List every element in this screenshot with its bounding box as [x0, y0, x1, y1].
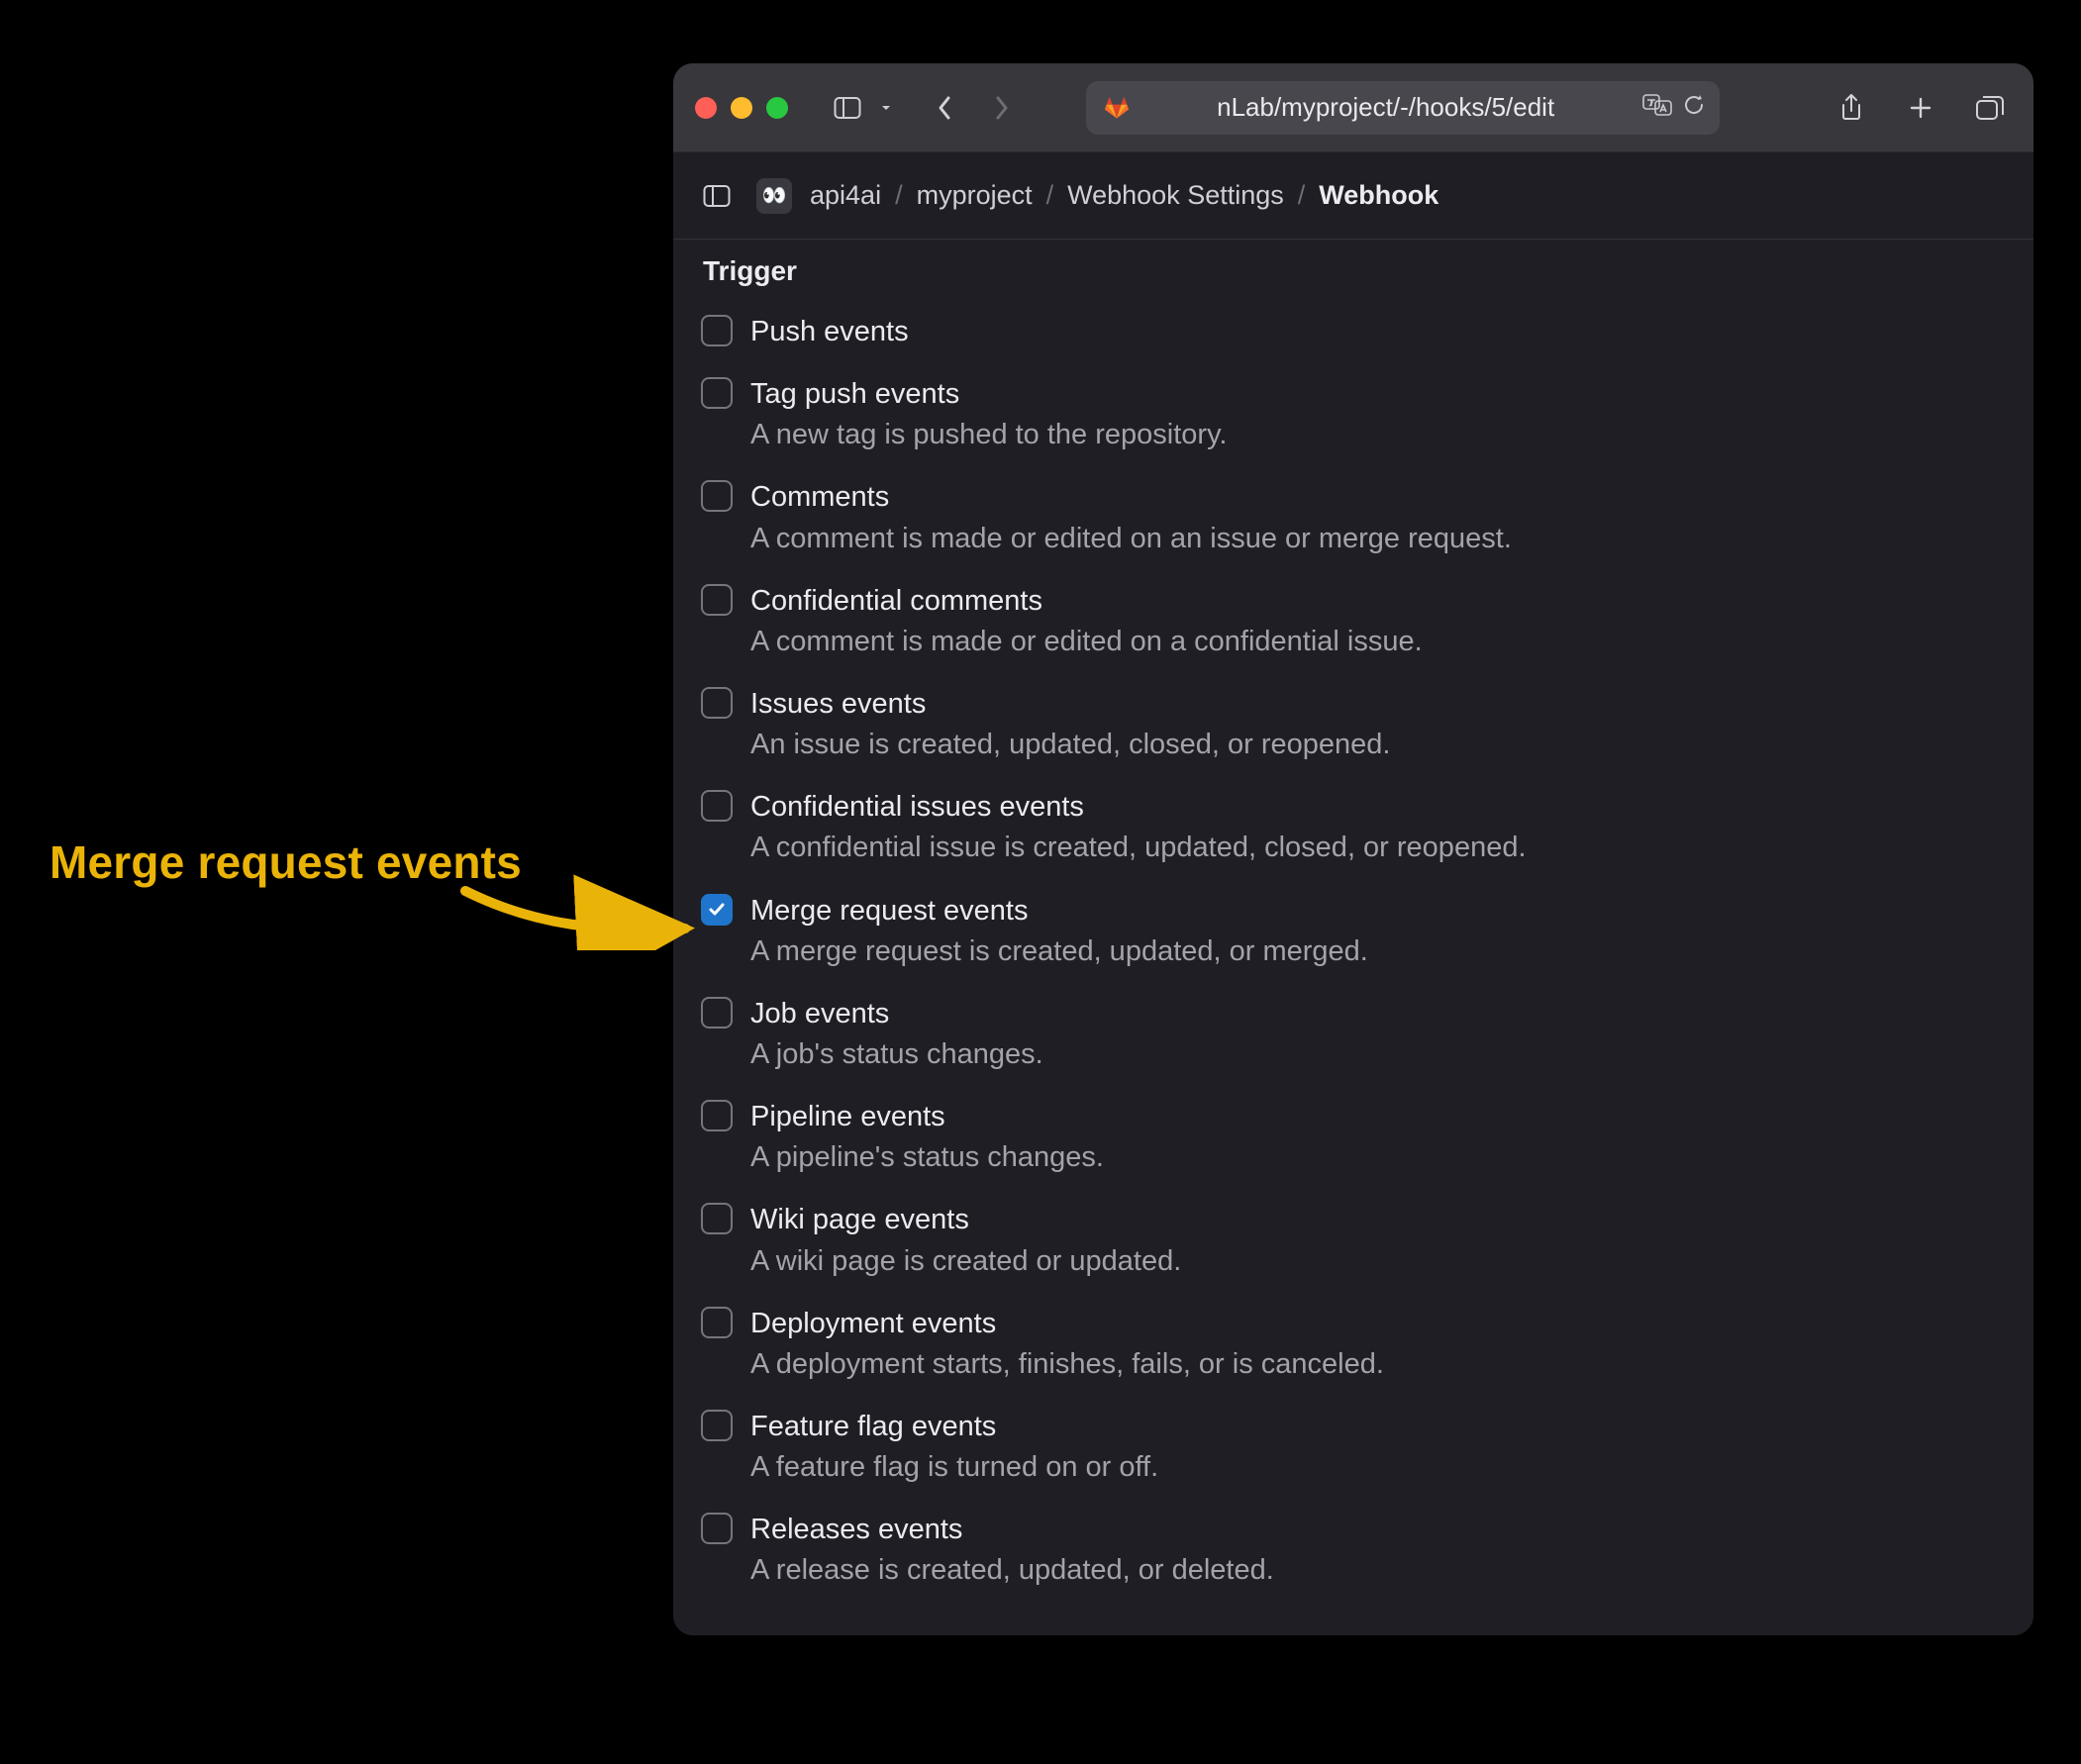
trigger-label[interactable]: Job events	[750, 995, 1043, 1033]
window-zoom-button[interactable]	[766, 97, 788, 119]
trigger-row: Job eventsA job's status changes.	[701, 983, 2006, 1086]
new-tab-button[interactable]	[1899, 86, 1942, 130]
share-button[interactable]	[1830, 86, 1873, 130]
trigger-checkbox[interactable]	[701, 997, 733, 1029]
trigger-label[interactable]: Tag push events	[750, 375, 1227, 414]
trigger-text: Wiki page eventsA wiki page is created o…	[750, 1201, 1181, 1280]
trigger-checkbox[interactable]	[701, 584, 733, 616]
breadcrumb-separator: /	[1046, 180, 1054, 211]
trigger-row: Confidential commentsA comment is made o…	[701, 570, 2006, 673]
trigger-description: A feature flag is turned on or off.	[750, 1448, 1158, 1487]
translate-icon[interactable]	[1642, 93, 1672, 122]
trigger-description: A release is created, updated, or delete…	[750, 1551, 1274, 1590]
browser-window: nLab/myproject/-/hooks/5/edit	[673, 63, 2033, 1635]
trigger-text: Feature flag eventsA feature flag is tur…	[750, 1408, 1158, 1487]
toggle-sidebar-button[interactable]	[826, 86, 869, 130]
trigger-label[interactable]: Confidential comments	[750, 582, 1423, 621]
trigger-row: Feature flag eventsA feature flag is tur…	[701, 1396, 2006, 1499]
trigger-text: Job eventsA job's status changes.	[750, 995, 1043, 1074]
trigger-checkbox[interactable]	[701, 315, 733, 346]
trigger-text: Releases eventsA release is created, upd…	[750, 1511, 1274, 1590]
trigger-checkbox[interactable]	[701, 687, 733, 719]
trigger-checkbox[interactable]	[701, 1410, 733, 1441]
annotation-label: Merge request events	[50, 835, 522, 889]
trigger-checkbox[interactable]	[701, 1513, 733, 1544]
breadcrumb-section[interactable]: Webhook Settings	[1067, 180, 1284, 211]
trigger-label[interactable]: Deployment events	[750, 1305, 1384, 1343]
trigger-text: CommentsA comment is made or edited on a…	[750, 478, 1512, 557]
project-avatar[interactable]: 👀	[756, 178, 792, 214]
trigger-row: Issues eventsAn issue is created, update…	[701, 673, 2006, 776]
trigger-label[interactable]: Comments	[750, 478, 1512, 517]
trigger-checkbox[interactable]	[701, 1100, 733, 1131]
tab-group-dropdown[interactable]	[869, 86, 903, 130]
trigger-checkbox[interactable]	[701, 1203, 733, 1234]
back-button[interactable]	[923, 86, 966, 130]
trigger-label[interactable]: Feature flag events	[750, 1408, 1158, 1446]
address-bar[interactable]: nLab/myproject/-/hooks/5/edit	[1086, 81, 1720, 135]
window-minimize-button[interactable]	[731, 97, 752, 119]
trigger-checkbox[interactable]	[701, 480, 733, 512]
trigger-text: Push events	[750, 313, 909, 351]
trigger-text: Confidential commentsA comment is made o…	[750, 582, 1423, 661]
trigger-label[interactable]: Push events	[750, 313, 909, 351]
trigger-checkbox[interactable]	[701, 790, 733, 822]
page-content: Trigger Push events Tag push eventsA new …	[673, 240, 2033, 1635]
gitlab-sidebar-toggle[interactable]	[695, 174, 739, 218]
trigger-description: A job's status changes.	[750, 1035, 1043, 1074]
window-close-button[interactable]	[695, 97, 717, 119]
gitlab-icon	[1104, 95, 1130, 121]
trigger-text: Issues eventsAn issue is created, update…	[750, 685, 1390, 764]
trigger-row: Wiki page eventsA wiki page is created o…	[701, 1189, 2006, 1292]
trigger-text: Deployment eventsA deployment starts, fi…	[750, 1305, 1384, 1384]
trigger-text: Tag push eventsA new tag is pushed to th…	[750, 375, 1227, 454]
breadcrumb-separator: /	[895, 180, 903, 211]
reload-icon[interactable]	[1682, 93, 1706, 122]
breadcrumb-project[interactable]: myproject	[917, 180, 1033, 211]
trigger-label[interactable]: Wiki page events	[750, 1201, 1181, 1239]
trigger-description: A confidential issue is created, updated…	[750, 829, 1527, 867]
breadcrumb-owner[interactable]: api4ai	[810, 180, 881, 211]
trigger-row: Tag push eventsA new tag is pushed to th…	[701, 363, 2006, 466]
trigger-row: CommentsA comment is made or edited on a…	[701, 466, 2006, 569]
trigger-description: A new tag is pushed to the repository.	[750, 416, 1227, 454]
section-title: Trigger	[703, 255, 2006, 287]
trigger-description: A comment is made or edited on a confide…	[750, 623, 1423, 661]
address-text: nLab/myproject/-/hooks/5/edit	[1140, 92, 1633, 123]
trigger-description: A deployment starts, finishes, fails, or…	[750, 1345, 1384, 1384]
breadcrumb-bar: 👀 api4ai / myproject / Webhook Settings …	[673, 152, 2033, 240]
trigger-label[interactable]: Merge request events	[750, 892, 1368, 931]
breadcrumb: api4ai / myproject / Webhook Settings / …	[810, 180, 1438, 211]
trigger-label[interactable]: Pipeline events	[750, 1098, 1104, 1136]
breadcrumb-separator: /	[1298, 180, 1306, 211]
forward-button[interactable]	[980, 86, 1024, 130]
trigger-label[interactable]: Confidential issues events	[750, 788, 1527, 827]
traffic-lights	[695, 97, 788, 119]
trigger-text: Pipeline eventsA pipeline's status chang…	[750, 1098, 1104, 1177]
trigger-row: Confidential issues eventsA confidential…	[701, 776, 2006, 879]
browser-toolbar: nLab/myproject/-/hooks/5/edit	[673, 63, 2033, 152]
trigger-label[interactable]: Releases events	[750, 1511, 1274, 1549]
trigger-checkbox[interactable]	[701, 894, 733, 926]
trigger-list: Push events Tag push eventsA new tag is p…	[701, 301, 2006, 1603]
trigger-label[interactable]: Issues events	[750, 685, 1390, 724]
trigger-row: Push events	[701, 301, 2006, 363]
breadcrumb-current: Webhook	[1319, 180, 1438, 211]
trigger-description: A merge request is created, updated, or …	[750, 932, 1368, 971]
trigger-text: Merge request eventsA merge request is c…	[750, 892, 1368, 971]
trigger-description: A wiki page is created or updated.	[750, 1242, 1181, 1281]
trigger-description: A comment is made or edited on an issue …	[750, 520, 1512, 558]
trigger-row: Deployment eventsA deployment starts, fi…	[701, 1293, 2006, 1396]
tab-overview-button[interactable]	[1968, 86, 2012, 130]
trigger-description: An issue is created, updated, closed, or…	[750, 726, 1390, 764]
trigger-row: Releases eventsA release is created, upd…	[701, 1499, 2006, 1602]
trigger-text: Confidential issues eventsA confidential…	[750, 788, 1527, 867]
trigger-description: A pipeline's status changes.	[750, 1138, 1104, 1177]
trigger-row: Pipeline eventsA pipeline's status chang…	[701, 1086, 2006, 1189]
trigger-checkbox[interactable]	[701, 377, 733, 409]
trigger-checkbox[interactable]	[701, 1307, 733, 1338]
trigger-row: Merge request eventsA merge request is c…	[701, 880, 2006, 983]
